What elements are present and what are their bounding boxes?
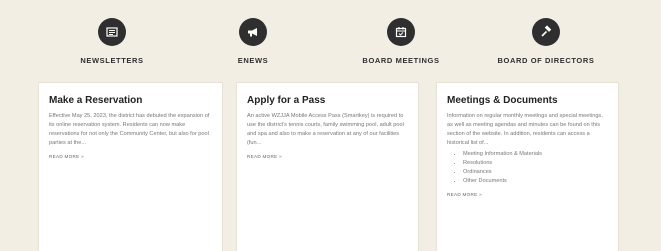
nav-board-of-directors-label[interactable]: BOARD OF DIRECTORS [481, 56, 611, 65]
card-make-reservation: Make a Reservation Effective May 25, 202… [38, 82, 223, 251]
nav-board-meetings[interactable]: BOARD MEETINGS [336, 18, 466, 65]
document-list: Meeting Information & Materials Resoluti… [463, 150, 608, 186]
nav-newsletters[interactable]: NEWSLETTERS [47, 18, 177, 65]
calendar-icon[interactable] [387, 18, 415, 46]
quick-links-bar: NEWSLETTERS ENEWS BOARD MEETINGS BOARD O… [0, 0, 661, 80]
gavel-icon[interactable] [532, 18, 560, 46]
read-more-link[interactable]: READ MORE » [447, 192, 608, 197]
newsletter-icon[interactable] [98, 18, 126, 46]
nav-newsletters-label[interactable]: NEWSLETTERS [47, 56, 177, 65]
card-title: Meetings & Documents [447, 95, 558, 106]
nav-enews-label[interactable]: ENEWS [188, 56, 318, 65]
list-item[interactable]: Ordinances [463, 168, 608, 177]
list-item[interactable]: Meeting Information & Materials [463, 150, 608, 159]
card-meetings-documents: Meetings & Documents Information on regu… [436, 82, 619, 251]
read-more-link[interactable]: READ MORE » [247, 154, 408, 159]
card-body: An active WZJJA Mobile Access Pass (Smar… [247, 113, 404, 146]
nav-board-meetings-label[interactable]: BOARD MEETINGS [336, 56, 466, 65]
megaphone-icon[interactable] [239, 18, 267, 46]
card-title: Apply for a Pass [247, 95, 326, 106]
read-more-link[interactable]: READ MORE » [49, 154, 212, 159]
nav-enews[interactable]: ENEWS [188, 18, 318, 65]
list-item[interactable]: Other Documents [463, 177, 608, 186]
nav-board-of-directors[interactable]: BOARD OF DIRECTORS [481, 18, 611, 65]
card-apply-pass: Apply for a Pass An active WZJJA Mobile … [236, 82, 419, 251]
card-title: Make a Reservation [49, 95, 143, 106]
card-body: Information on regular monthly meetings … [447, 113, 603, 146]
list-item[interactable]: Resolutions [463, 159, 608, 168]
card-body: Effective May 25, 2023, the district has… [49, 113, 210, 146]
